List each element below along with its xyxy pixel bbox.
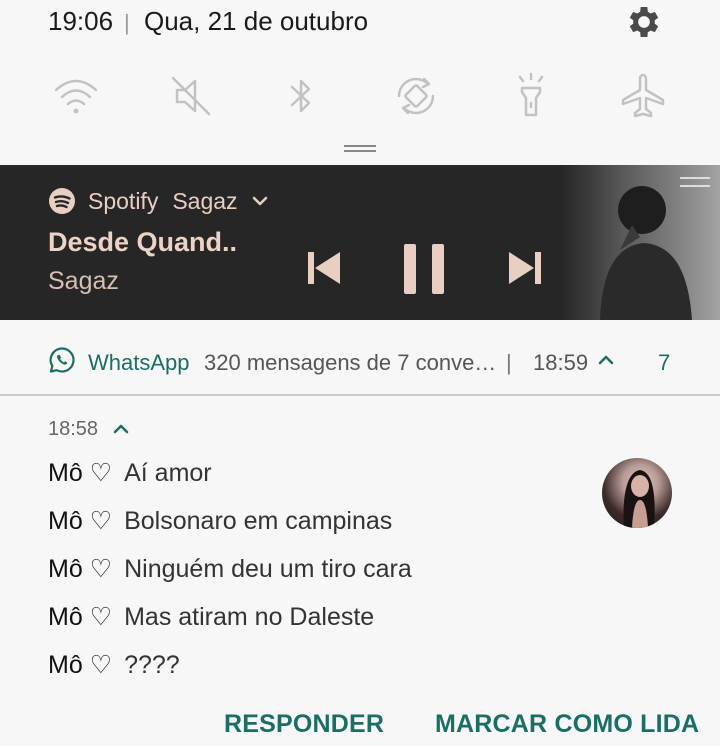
message-text: ???? (124, 651, 180, 679)
album-art-figure (600, 177, 710, 320)
previous-track-icon[interactable] (306, 250, 342, 286)
next-track-icon[interactable] (507, 250, 543, 286)
sound-toggle[interactable] (161, 66, 221, 126)
auto-rotate-icon (397, 77, 435, 115)
track-artist: Sagaz (48, 267, 119, 295)
chevron-up-icon[interactable] (110, 418, 132, 440)
whatsapp-summary: 320 mensagens de 7 conve… (204, 350, 497, 375)
spotify-header: Spotify Sagaz (48, 185, 270, 217)
date: Qua, 21 de outubro (144, 6, 369, 36)
contact-avatar[interactable] (602, 458, 672, 528)
reply-button[interactable]: RESPONDER (224, 710, 384, 739)
message-line: Mô ♡ Mas atiram no Daleste (48, 602, 374, 632)
settings-gear-icon[interactable] (624, 2, 664, 42)
whatsapp-time: 18:59 (533, 350, 589, 375)
bluetooth-icon (290, 79, 311, 113)
status-bar: 19:06 | Qua, 21 de outubro (0, 0, 720, 44)
status-separator: | (124, 10, 130, 35)
wifi-icon (54, 79, 98, 114)
pause-icon[interactable] (402, 243, 446, 295)
airplane-icon (621, 73, 665, 118)
conversation-time: 18:58 (48, 418, 99, 440)
chevron-up-icon[interactable] (596, 350, 616, 370)
message-sender: Mô ♡ (48, 555, 113, 583)
whatsapp-conversation-count: 7 (658, 350, 671, 375)
wifi-toggle[interactable] (46, 66, 106, 126)
message-text: Ninguém deu um tiro cara (124, 555, 412, 583)
chevron-down-icon[interactable] (250, 191, 270, 211)
bluetooth-toggle[interactable] (271, 66, 331, 126)
message-line: Mô ♡???? (48, 650, 180, 680)
whatsapp-notification-header[interactable]: WhatsApp 320 mensagens de 7 conve… | 18:… (0, 330, 720, 396)
message-text: Bolsonaro em campinas (124, 507, 393, 535)
track-title: Desde Quand.. (48, 227, 238, 257)
spotify-subtitle: Sagaz (172, 187, 238, 214)
spotify-media-notification[interactable]: Spotify Sagaz Desde Quand.. Sagaz (0, 165, 720, 320)
message-sender: Mô ♡ (48, 507, 113, 535)
whatsapp-separator: | (506, 350, 512, 375)
whatsapp-app-name: WhatsApp (88, 350, 190, 375)
mark-as-read-button[interactable]: MARCAR COMO LIDA (435, 710, 699, 739)
message-sender: Mô ♡ (48, 651, 113, 679)
message-line: Mô ♡ Aí amor (48, 458, 212, 488)
avatar-portrait (623, 470, 655, 528)
flashlight-icon (518, 72, 544, 117)
mute-icon (171, 76, 211, 116)
message-sender: Mô ♡ (48, 603, 113, 631)
airplane-toggle[interactable] (613, 66, 673, 126)
whatsapp-icon (49, 347, 75, 373)
message-line: Mô ♡ Bolsonaro em campinas (48, 506, 392, 536)
album-art (560, 165, 720, 320)
spotify-app-name: Spotify (88, 187, 159, 214)
message-text: Mas atiram no Daleste (124, 603, 375, 631)
message-line: Mô ♡ Ninguém deu um tiro cara (48, 554, 412, 584)
clock: 19:06 (48, 6, 114, 36)
panel-drag-handle[interactable] (344, 145, 376, 153)
message-sender: Mô ♡ (48, 459, 113, 487)
message-text: Aí amor (124, 459, 212, 487)
flashlight-toggle[interactable] (501, 66, 561, 126)
spotify-logo-icon (49, 188, 75, 214)
quick-settings-row (0, 66, 720, 126)
rotate-toggle[interactable] (386, 66, 446, 126)
